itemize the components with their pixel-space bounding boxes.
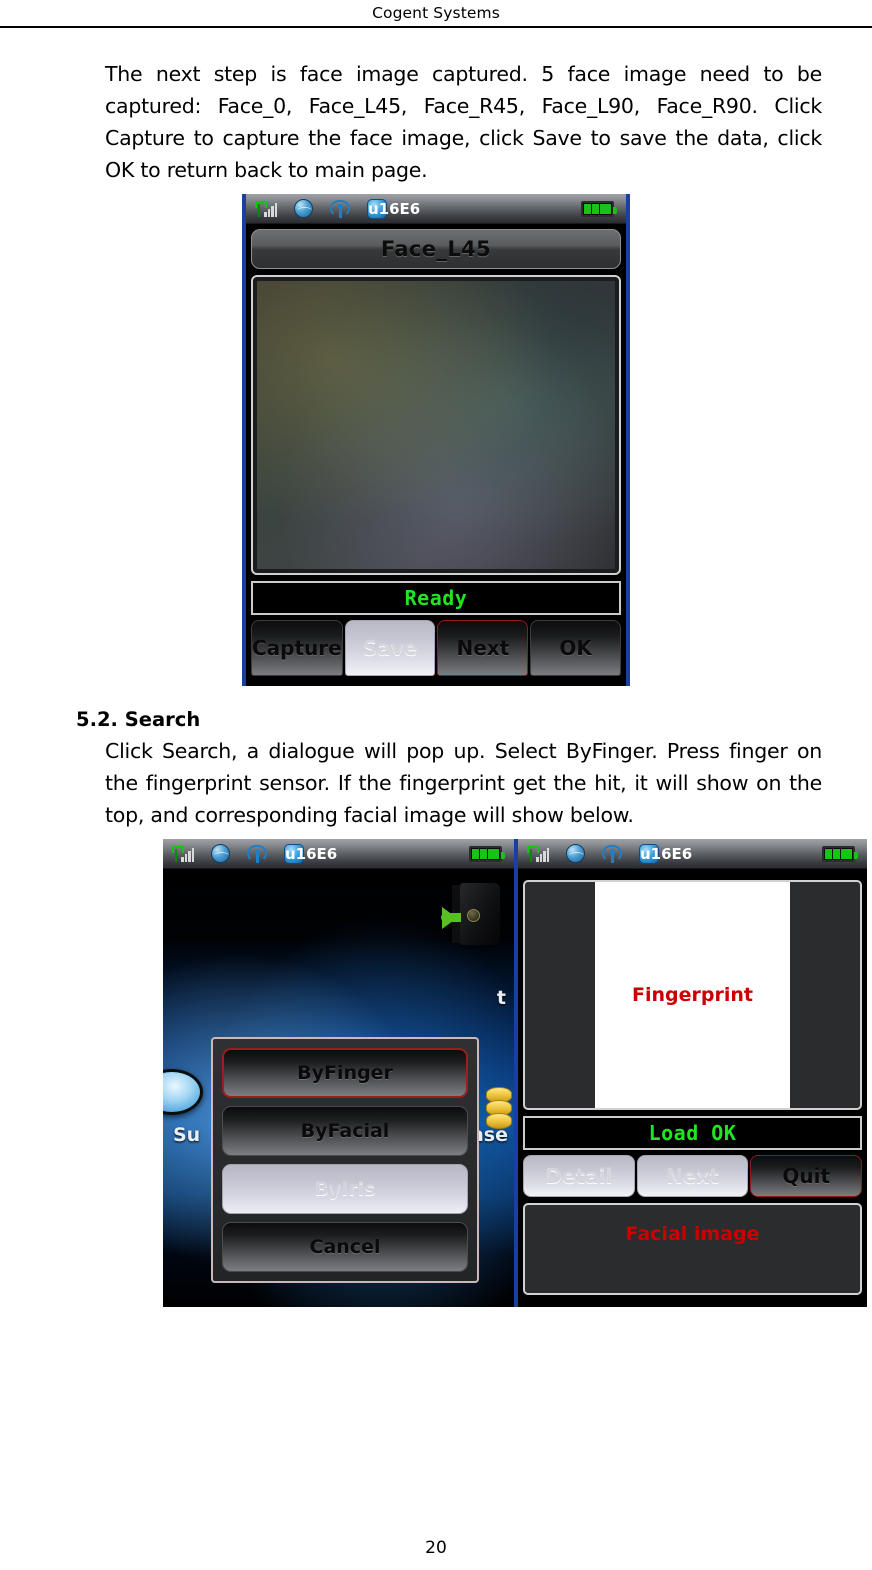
running-header-title: Cogent Systems	[372, 4, 500, 22]
bluetooth-icon	[284, 843, 304, 864]
orb-icon	[163, 1069, 203, 1115]
paragraph-face-capture: The next step is face image captured. 5 …	[105, 62, 822, 182]
camera-preview-image	[257, 281, 615, 569]
globe-icon	[294, 199, 313, 218]
figure-face-capture-screenshot: Face_L45 Ready Capture Save Next OK	[242, 194, 630, 686]
next-button[interactable]: Next	[636, 1155, 749, 1197]
signal-bars-icon	[527, 845, 549, 862]
fingerprint-image-frame: Fingerprint	[523, 880, 862, 1110]
facial-image-label: Facial image	[625, 1223, 760, 1245]
byfacial-option[interactable]: ByFacial	[222, 1106, 468, 1156]
device-search-result: Fingerprint Load OK Detail Next Quit Fac…	[518, 839, 867, 1307]
face-pose-title: Face_L45	[251, 229, 621, 269]
battery-icon	[822, 845, 858, 862]
face-capture-body: Face_L45 Ready Capture Save Next OK	[246, 224, 626, 676]
ok-button[interactable]: OK	[530, 620, 622, 676]
section-heading-search: 5.2. Search	[76, 708, 201, 731]
search-method-dialog: ByFinger ByFacial ByIris Cancel	[211, 1037, 479, 1283]
bluetooth-icon	[367, 198, 387, 219]
facial-image-frame: Facial image	[523, 1203, 862, 1295]
page-number: 20	[425, 1538, 447, 1558]
running-header: Cogent Systems	[0, 0, 872, 22]
signal-bars-icon	[255, 200, 277, 217]
page-content: The next step is face image captured. 5 …	[0, 58, 872, 1307]
next-button[interactable]: Next	[437, 620, 529, 676]
gps-icon	[330, 199, 350, 219]
byiris-option[interactable]: ByIris	[222, 1164, 468, 1214]
detail-button[interactable]: Detail	[523, 1155, 635, 1197]
device-search-dialog: t Su ase ByFinger ByFacial ByIris Cancel	[163, 839, 518, 1307]
device-status-bar-right	[518, 839, 867, 869]
fingerprint-label: Fingerprint	[632, 984, 753, 1006]
quit-button[interactable]: Quit	[750, 1155, 863, 1197]
globe-icon	[211, 844, 230, 863]
capture-status-strip: Ready	[251, 581, 621, 615]
bluetooth-icon	[639, 843, 659, 864]
battery-icon	[581, 200, 617, 217]
gps-icon	[602, 844, 622, 864]
wallpaper-label-left: Su	[173, 1124, 201, 1146]
signal-bars-icon	[172, 845, 194, 862]
save-button[interactable]: Save	[344, 620, 436, 676]
capture-button[interactable]: Capture	[251, 620, 343, 676]
search-result-button-row: Detail Next Quit	[523, 1155, 863, 1197]
search-result-body: Fingerprint Load OK Detail Next Quit Fac…	[518, 869, 867, 1295]
header-rule	[0, 26, 872, 28]
cancel-option[interactable]: Cancel	[222, 1222, 468, 1272]
device-status-bar-left	[163, 839, 514, 869]
exit-door-icon[interactable]	[441, 881, 506, 949]
camera-preview-frame	[251, 275, 621, 575]
device-status-bar	[246, 194, 626, 224]
battery-icon	[469, 845, 505, 862]
wallpaper-label-right-top: t	[496, 987, 506, 1009]
byfinger-option[interactable]: ByFinger	[222, 1048, 468, 1098]
gps-icon	[247, 844, 267, 864]
load-status-strip: Load OK	[523, 1116, 862, 1150]
globe-icon	[566, 844, 585, 863]
home-wallpaper: t Su ase ByFinger ByFacial ByIris Cancel	[163, 869, 514, 1307]
fingerprint-image: Fingerprint	[595, 882, 790, 1108]
face-capture-button-row: Capture Save Next OK	[251, 620, 622, 676]
paragraph-search: Click Search, a dialogue will pop up. Se…	[105, 739, 822, 827]
figure-search-screenshots: t Su ase ByFinger ByFacial ByIris Cancel	[163, 839, 871, 1307]
